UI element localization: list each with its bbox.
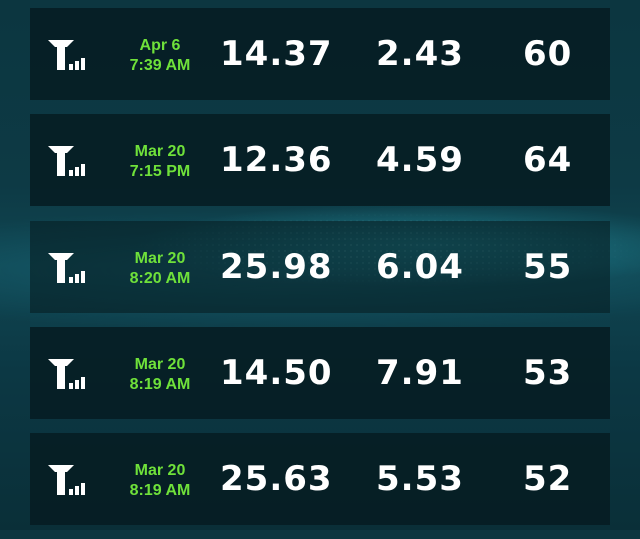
result-row[interactable]: Mar 20 8:20 AM 25.98 6.04 55 (30, 221, 610, 313)
result-date: Mar 20 (134, 356, 186, 373)
result-row[interactable]: Mar 20 8:19 AM 25.63 5.53 52 (30, 433, 610, 525)
cell-signal-icon (48, 253, 85, 283)
result-time: 8:19 AM (129, 376, 191, 393)
result-date: Mar 20 (134, 250, 186, 267)
result-row[interactable]: Mar 20 7:15 PM 12.36 4.59 64 (30, 114, 610, 206)
ping-value: 60 (523, 34, 573, 74)
timestamp: Mar 20 8:20 AM (110, 249, 210, 289)
ping-value: 53 (523, 353, 573, 393)
timestamp: Mar 20 8:19 AM (110, 461, 210, 501)
download-speed: 14.50 (220, 353, 333, 393)
result-row[interactable]: Mar 20 8:19 AM 14.50 7.91 53 (30, 327, 610, 419)
upload-speed: 2.43 (376, 34, 464, 74)
cell-signal-icon (48, 40, 85, 70)
results-list: Apr 6 7:39 AM 14.37 2.43 60 Mar 20 7:15 … (30, 8, 610, 539)
cell-signal-icon (48, 465, 85, 495)
upload-speed: 6.04 (376, 247, 464, 287)
upload-speed: 7.91 (376, 353, 464, 393)
result-date: Apr 6 (139, 37, 181, 54)
download-speed: 25.98 (220, 247, 333, 287)
upload-speed: 5.53 (376, 459, 464, 499)
timestamp: Mar 20 8:19 AM (110, 355, 210, 395)
result-date: Mar 20 (134, 143, 186, 160)
result-time: 8:19 AM (129, 482, 191, 499)
result-date: Mar 20 (134, 462, 186, 479)
result-time: 7:15 PM (129, 163, 191, 180)
cell-signal-icon (48, 146, 85, 176)
upload-speed: 4.59 (376, 140, 464, 180)
ping-value: 64 (523, 140, 573, 180)
result-time: 7:39 AM (129, 57, 191, 74)
cell-signal-icon (48, 359, 85, 389)
result-row[interactable]: Apr 6 7:39 AM 14.37 2.43 60 (30, 8, 610, 100)
download-speed: 14.37 (220, 34, 333, 74)
result-time: 8:20 AM (129, 270, 191, 287)
timestamp: Mar 20 7:15 PM (110, 142, 210, 182)
ping-value: 52 (523, 459, 573, 499)
download-speed: 12.36 (220, 140, 333, 180)
ping-value: 55 (523, 247, 573, 287)
download-speed: 25.63 (220, 459, 333, 499)
timestamp: Apr 6 7:39 AM (110, 36, 210, 76)
